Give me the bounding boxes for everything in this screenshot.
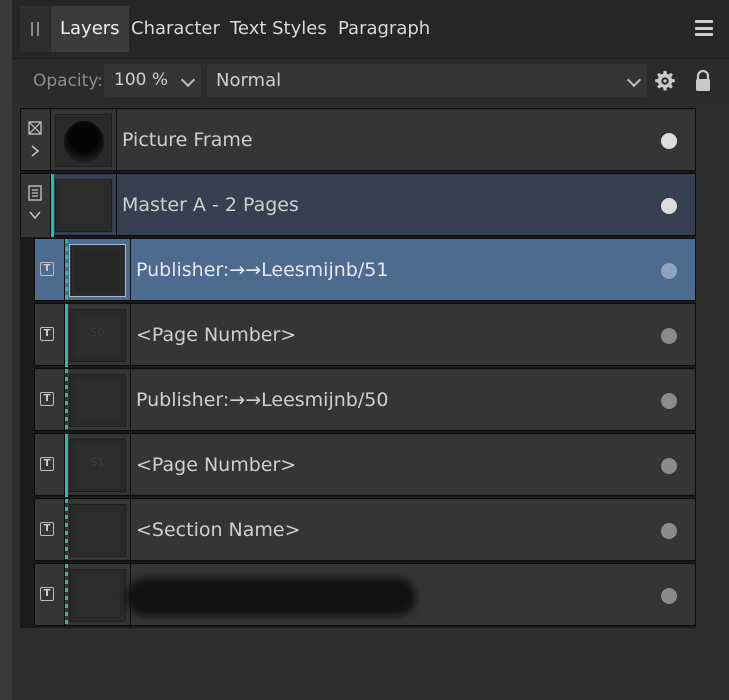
layer-name: <Section Name> [136,519,301,541]
chevron-down-icon [180,72,196,88]
layer-thumbnail [55,179,112,232]
settings-gear-icon[interactable] [654,70,676,92]
visibility-toggle[interactable] [661,523,677,539]
visibility-toggle[interactable] [661,588,677,604]
left-edge [0,0,12,700]
tab-character[interactable]: Character [122,6,229,52]
layer-thumbnail-cell [68,369,131,432]
tab-paragraph[interactable]: Paragraph [329,6,439,52]
blend-mode-value: Normal [216,70,282,91]
layer-name: <Page Number> [136,454,297,476]
layer-thumbnail-cell: 50 [68,304,131,367]
layer-thumbnail [69,569,126,622]
layers-panel: Layers Character Text Styles Paragraph O… [12,0,729,700]
layer-thumbnail: 51 [69,439,126,492]
visibility-toggle[interactable] [661,393,677,409]
layer-name: <Page Number> [136,324,297,346]
text-frame-icon: T [40,522,54,536]
layer-controls: T [35,434,65,497]
layer-name: Picture Frame [122,129,253,151]
opacity-label: Opacity: [33,71,103,91]
text-frame-icon: T [40,262,54,276]
opacity-select[interactable]: 100 % [104,64,201,97]
visibility-toggle[interactable] [661,328,677,344]
blend-mode-select[interactable]: Normal [207,64,647,97]
text-frame-icon: T [40,327,54,341]
layer-controls: T [35,564,65,627]
master-page-icon [28,185,42,201]
layer-thumbnail-cell [68,564,131,627]
layer-thumbnail [69,504,126,557]
layer-name-redacted [126,564,436,627]
redaction-scribble [126,578,416,616]
layer-thumbnail-cell [54,174,117,237]
layer-row[interactable]: Master A - 2 Pages [20,173,696,237]
thumbnail-text: 50 [90,326,105,339]
picture-frame-icon [28,121,42,135]
layer-row[interactable]: T Publisher:→→Leesmijnb/51 [34,238,696,302]
layer-name: Publisher:→→Leesmijnb/51 [136,259,389,281]
visibility-toggle[interactable] [661,133,677,149]
layer-row[interactable]: T Publisher:→→Leesmijnb/50 [34,368,696,432]
panel-menu-icon[interactable] [695,20,713,36]
photo-thumbnail [64,121,104,163]
layer-name: Publisher:→→Leesmijnb/50 [136,389,389,411]
tab-layers[interactable]: Layers [51,6,129,52]
chevron-down-icon [626,72,642,88]
visibility-toggle[interactable] [661,458,677,474]
layer-controls: T [35,499,65,562]
text-frame-icon: T [40,457,54,471]
layer-controls [21,174,51,237]
text-frame-icon: T [40,587,54,601]
layer-thumbnail-cell [68,239,131,302]
layer-row[interactable]: Picture Frame [20,108,696,172]
layer-thumbnail [69,374,126,427]
visibility-toggle[interactable] [661,198,677,214]
chevron-down-icon[interactable] [29,210,41,220]
tab-bar: Layers Character Text Styles Paragraph [12,0,729,59]
lock-icon[interactable] [694,69,712,93]
layer-row[interactable]: T 50 <Page Number> [34,303,696,367]
layer-thumbnail [69,244,126,297]
layer-controls: T [35,369,65,432]
thumbnail-text: 51 [90,456,105,469]
layer-name: Master A - 2 Pages [122,194,299,216]
visibility-toggle[interactable] [661,263,677,279]
layer-row[interactable]: T <Section Name> [34,498,696,562]
layer-thumbnail [55,114,112,167]
layer-controls [21,109,51,172]
layer-row[interactable]: T [34,563,696,627]
layer-thumbnail-cell [51,109,117,172]
layer-controls: T [35,239,65,302]
tab-text-styles[interactable]: Text Styles [221,6,336,52]
layer-thumbnail-cell: 51 [68,434,131,497]
layer-row[interactable]: T 51 <Page Number> [34,433,696,497]
layer-thumbnail-cell [68,499,131,562]
text-frame-icon: T [40,392,54,406]
empty-panel-area [12,628,729,700]
opacity-value: 100 % [114,70,169,90]
layer-thumbnail: 50 [69,309,126,362]
chevron-right-icon[interactable] [30,145,40,157]
panel-grip-handle[interactable] [20,6,50,52]
layer-toolbar: Opacity: 100 % Normal [12,59,729,104]
layer-controls: T [35,304,65,367]
layers-list: Picture Frame Master A - 2 Pages T Publi… [20,108,696,628]
